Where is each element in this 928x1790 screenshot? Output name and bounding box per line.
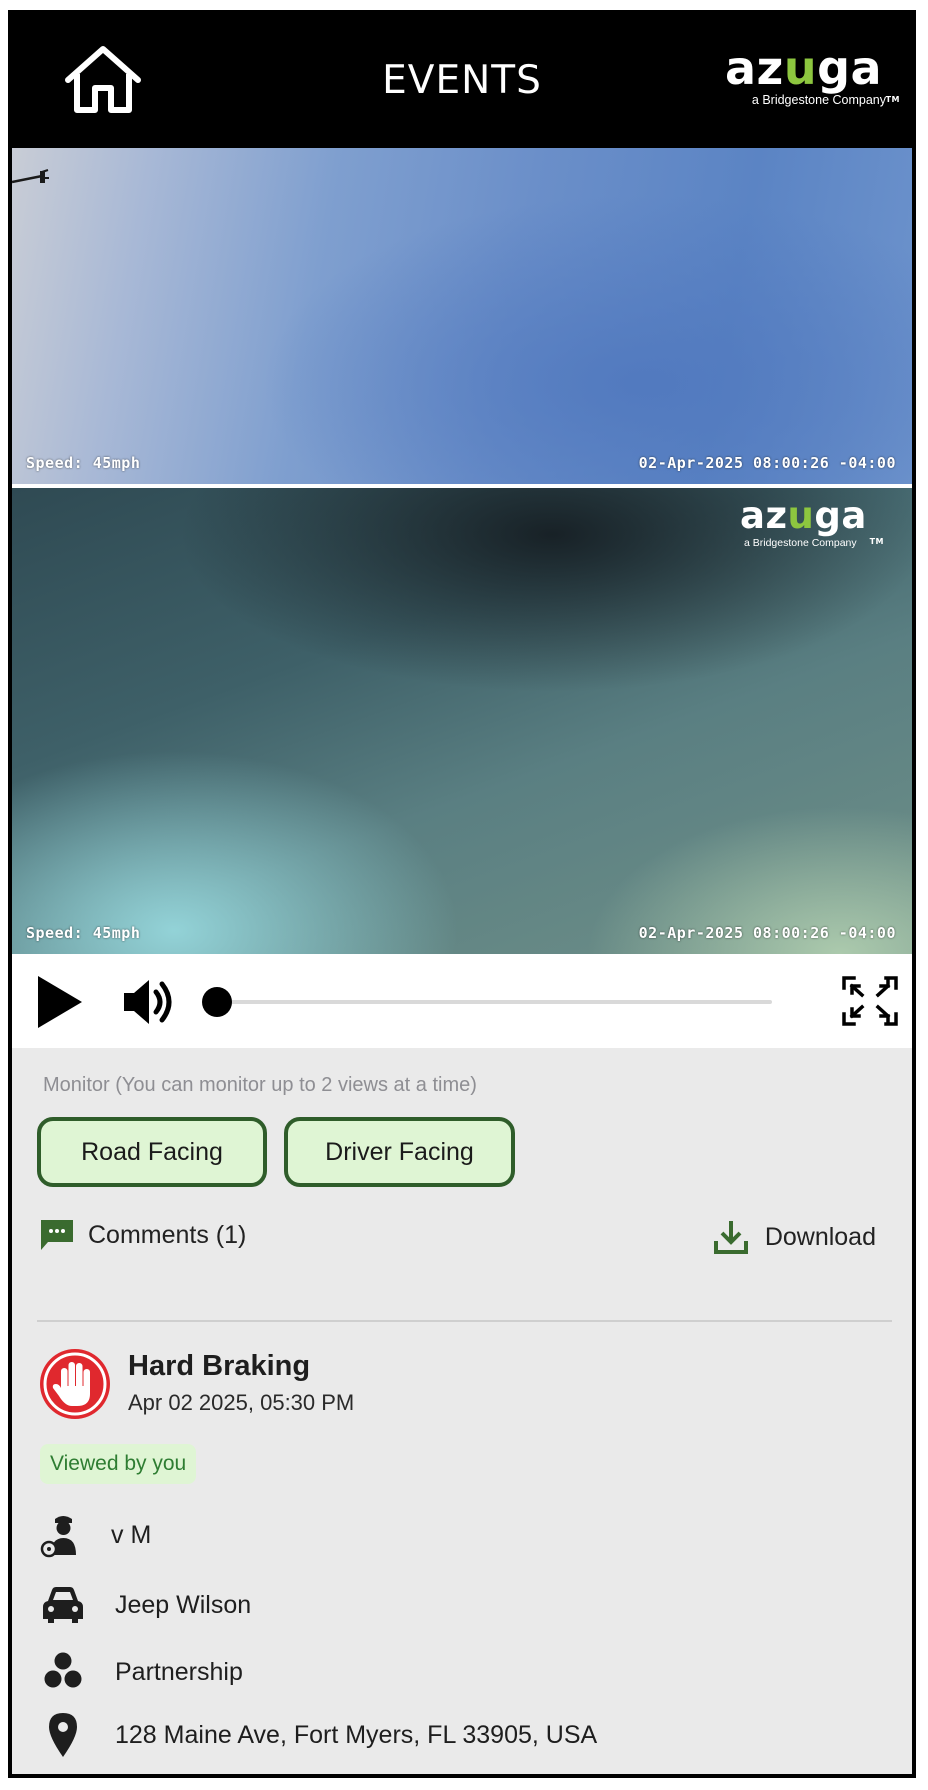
app-frame: EVENTS azuga TM a Bridgestone Company Spe… [8,10,916,1778]
brand-logo: azuga TM a Bridgestone Company [725,44,900,130]
video-watermark-logo: azuga TM a Bridgestone Company [740,494,884,550]
driver-row: v M [39,1510,151,1560]
vehicle-row: Jeep Wilson [39,1580,251,1630]
volume-icon [124,980,172,1024]
app-header: EVENTS azuga TM a Bridgestone Company [12,14,912,148]
vehicle-name: Jeep Wilson [115,1590,252,1619]
brand-tagline: a Bridgestone Company [751,93,886,107]
seek-bar[interactable] [202,987,772,1017]
group-row: Partnership [39,1647,243,1697]
fullscreen-icon [842,976,898,1026]
play-icon [38,976,82,1028]
event-datetime: Apr 02 2025, 05:30 PM [128,1390,355,1415]
view-chip-road-facing[interactable]: Road Facing [37,1117,267,1187]
driver-video-speed: Speed: 45mph [26,924,141,942]
location-address: 128 Maine Ave, Fort Myers, FL 33905, USA [115,1720,598,1749]
view-chip-driver-facing[interactable]: Driver Facing [284,1117,515,1187]
viewed-status-badge: Viewed by you [40,1444,197,1484]
event-title: Hard Braking [128,1350,311,1382]
group-icon [39,1648,87,1696]
road-video-speed: Speed: 45mph [26,454,141,472]
download-icon [713,1221,748,1254]
road-facing-video[interactable]: Speed: 45mph 02-Apr-2025 08:00:26 -04:00 [12,148,912,484]
watermark-wordmark: azuga TM [740,494,884,547]
download-button[interactable]: Download [713,1212,876,1262]
group-name: Partnership [115,1657,243,1686]
comments-label: Comments (1) [88,1220,247,1249]
download-label: Download [764,1222,876,1251]
monitor-hint: Monitor (You can monitor up to 2 views a… [43,1074,477,1096]
driver-video-timestamp: 02-Apr-2025 08:00:26 -04:00 [638,924,896,942]
play-button[interactable] [34,974,86,1030]
brand-wordmark: azuga TM [725,41,900,104]
location-pin-icon [39,1711,87,1759]
section-divider [37,1320,892,1322]
driver-facing-video[interactable]: azuga TM a Bridgestone Company Speed: 45m… [12,488,912,954]
car-icon [39,1581,87,1629]
fullscreen-button[interactable] [840,974,900,1028]
watermark-tagline: a Bridgestone Company [744,537,857,549]
video-controls [12,954,912,1048]
hand-stop-icon [40,1349,110,1419]
location-row: 128 Maine Ave, Fort Myers, FL 33905, USA [39,1710,597,1760]
seek-handle[interactable] [202,987,232,1017]
driver-icon [39,1511,87,1559]
windshield-wiper-graphic [12,169,49,184]
road-video-timestamp: 02-Apr-2025 08:00:26 -04:00 [638,454,896,472]
comments-button[interactable]: Comments (1) [40,1210,246,1260]
driver-name: v M [111,1520,152,1549]
comment-icon [41,1220,73,1250]
volume-button[interactable] [122,974,180,1030]
